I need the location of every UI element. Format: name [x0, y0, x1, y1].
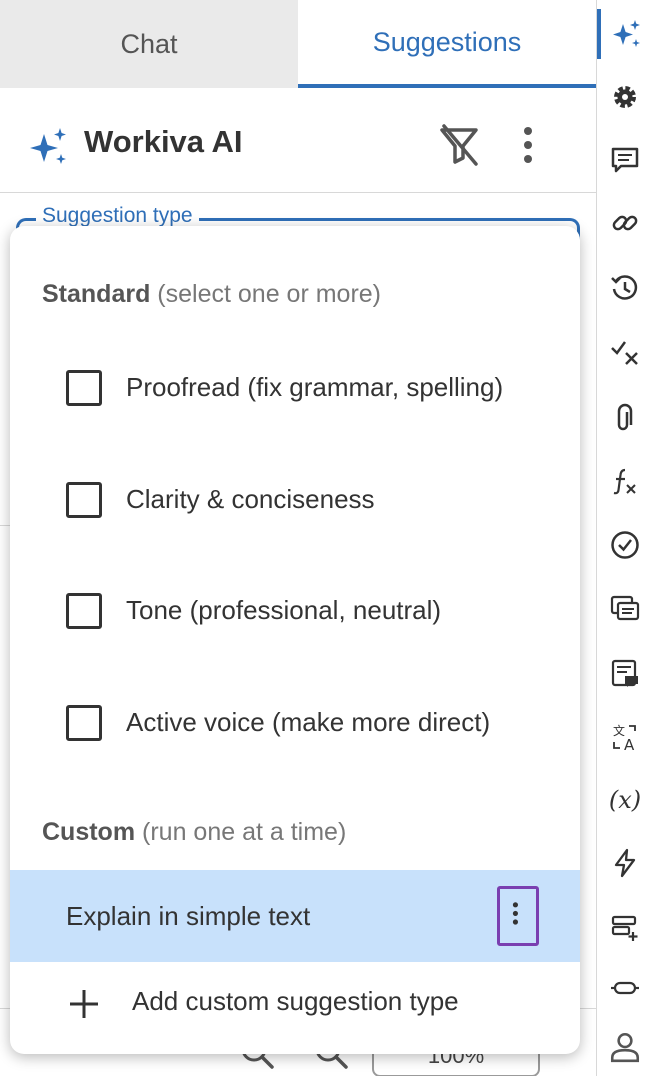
standard-heading-bold: Standard — [42, 280, 151, 308]
paperclip-icon — [617, 403, 633, 431]
connection-icon — [611, 981, 639, 995]
suggestion-type-legend: Suggestion type — [36, 204, 199, 228]
add-custom-label: Add custom suggestion type — [132, 986, 459, 1016]
rail-links-button[interactable] — [597, 198, 652, 248]
rail-formula-button[interactable] — [597, 457, 652, 507]
ai-sparkle-icon — [613, 20, 640, 47]
right-toolbar: 文 A (x) — [596, 0, 652, 1076]
option-label: Proofread (fix grammar, spelling) — [126, 372, 504, 402]
check-circle-icon — [611, 531, 639, 559]
plus-icon — [70, 990, 98, 1018]
checkbox[interactable] — [66, 370, 102, 406]
function-icon — [613, 468, 636, 495]
custom-section-heading: Custom (run one at a time) — [42, 818, 346, 847]
rail-automation-button[interactable] — [597, 838, 652, 888]
more-vertical-icon[interactable] — [512, 122, 544, 168]
standard-heading-hint: (select one or more) — [150, 280, 381, 308]
filter-off-icon[interactable] — [436, 122, 482, 168]
rail-settings-button[interactable] — [597, 72, 652, 122]
rail-review-button[interactable] — [597, 648, 652, 698]
check-x-icon — [611, 341, 638, 365]
option-tone[interactable]: Tone (professional, neutral) — [10, 571, 580, 651]
rail-tickmarks-button[interactable] — [597, 327, 652, 377]
rail-connect-button[interactable] — [597, 965, 652, 1005]
variable-icon: (x) — [608, 786, 642, 814]
custom-item-label: Explain in simple text — [66, 901, 311, 931]
option-label: Tone (professional, neutral) — [126, 595, 442, 625]
lightning-icon — [614, 848, 636, 878]
ai-sparkle-icon — [30, 128, 66, 164]
rail-attachments-button[interactable] — [597, 392, 652, 442]
option-proofread[interactable]: Proofread (fix grammar, spelling) — [10, 348, 580, 428]
tab-chat[interactable]: Chat — [0, 0, 298, 88]
panel-title: Workiva AI — [84, 124, 243, 159]
panel-header: Workiva AI — [0, 88, 596, 193]
custom-heading-hint: (run one at a time) — [135, 818, 347, 846]
user-icon — [610, 1032, 640, 1063]
rail-history-button[interactable] — [597, 263, 652, 313]
custom-heading-bold: Custom — [42, 818, 136, 846]
document-comment-icon — [611, 659, 638, 687]
rail-ai-button[interactable] — [597, 9, 652, 59]
add-row-icon — [611, 915, 638, 941]
translate-icon: 文 A — [613, 723, 636, 753]
rail-comments-button[interactable] — [597, 135, 652, 185]
checkbox[interactable] — [66, 705, 102, 741]
panel-tabs: Chat Suggestions — [0, 0, 596, 88]
divider — [0, 525, 10, 526]
option-active-voice[interactable]: Active voice (make more direct) — [10, 683, 580, 763]
custom-item-more-icon[interactable] — [497, 886, 539, 946]
rail-user-button[interactable] — [597, 1022, 652, 1072]
notes-icon — [610, 595, 640, 621]
svg-text:A: A — [624, 736, 635, 753]
rail-add-section-button[interactable] — [597, 903, 652, 953]
gear-icon — [614, 86, 636, 108]
option-label: Clarity & conciseness — [126, 484, 375, 514]
rail-notes-button[interactable] — [597, 583, 652, 633]
option-label: Active voice (make more direct) — [126, 707, 491, 737]
rail-tasks-button[interactable] — [597, 520, 652, 570]
rail-translate-button[interactable]: 文 A — [597, 712, 652, 762]
suggestion-type-dropdown: Standard (select one or more) Proofread … — [10, 226, 580, 1054]
standard-section-heading: Standard (select one or more) — [42, 280, 381, 309]
tab-suggestions[interactable]: Suggestions — [298, 0, 596, 88]
rail-variables-button[interactable]: (x) — [597, 775, 652, 825]
checkbox[interactable] — [66, 482, 102, 518]
link-icon — [612, 215, 638, 231]
checkbox[interactable] — [66, 593, 102, 629]
option-clarity[interactable]: Clarity & conciseness — [10, 460, 580, 540]
app-root: Chat Suggestions Workiva AI Suggestion t… — [0, 0, 652, 1076]
comment-icon — [611, 147, 639, 173]
add-custom-suggestion-button[interactable]: Add custom suggestion type — [10, 962, 580, 1042]
custom-item-explain[interactable]: Explain in simple text — [10, 870, 580, 962]
history-icon — [611, 275, 638, 300]
